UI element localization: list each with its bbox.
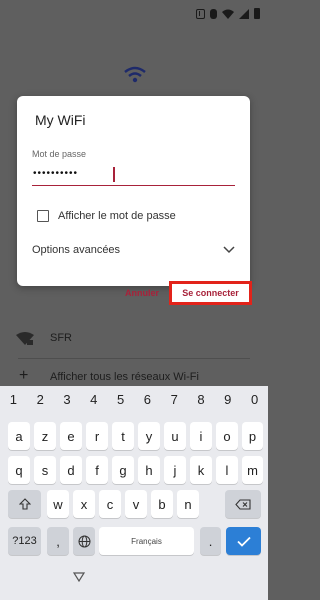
- vibrate-icon: [210, 8, 217, 19]
- wifi-password-dialog: My WiFi Mot de passe •••••••••• Afficher…: [17, 96, 252, 305]
- key-o[interactable]: o: [216, 422, 238, 450]
- key-z[interactable]: z: [34, 422, 56, 450]
- number-row: 1 2 3 4 5 6 7 8 9 0: [0, 392, 268, 412]
- symbols-key[interactable]: ?123: [8, 527, 41, 555]
- key-c[interactable]: c: [99, 490, 121, 518]
- key-r[interactable]: r: [86, 422, 108, 450]
- key-b[interactable]: b: [151, 490, 173, 518]
- key-l[interactable]: l: [216, 456, 238, 484]
- space-key[interactable]: Français: [99, 527, 194, 555]
- wifi-large-icon: [124, 66, 146, 83]
- key-e[interactable]: e: [60, 422, 82, 450]
- key-5[interactable]: 5: [107, 392, 134, 407]
- wifi-status-icon: [222, 9, 234, 19]
- signal-icon: [239, 8, 249, 19]
- key-6[interactable]: 6: [134, 392, 161, 407]
- key-v[interactable]: v: [125, 490, 147, 518]
- key-k[interactable]: k: [190, 456, 212, 484]
- divider: [18, 358, 250, 359]
- key-9[interactable]: 9: [214, 392, 241, 407]
- shift-icon: [18, 498, 31, 510]
- key-g[interactable]: g: [112, 456, 134, 484]
- backspace-icon: [235, 498, 251, 510]
- checkmark-icon: [236, 536, 251, 547]
- key-f[interactable]: f: [86, 456, 108, 484]
- show-all-label: Afficher tous les réseaux Wi-Fi: [50, 371, 199, 383]
- status-bar: [0, 0, 268, 28]
- dialog-title: My WiFi: [35, 112, 86, 128]
- password-field[interactable]: ••••••••••: [32, 165, 235, 186]
- text-cursor: [113, 167, 115, 182]
- key-y[interactable]: y: [138, 422, 160, 450]
- key-q[interactable]: q: [8, 456, 30, 484]
- key-a[interactable]: a: [8, 422, 30, 450]
- key-w[interactable]: w: [47, 490, 69, 518]
- cancel-button[interactable]: Annuler: [125, 288, 159, 298]
- network-name: SFR: [50, 332, 72, 344]
- language-key[interactable]: [73, 527, 95, 555]
- plus-icon: +: [19, 367, 29, 384]
- key-3[interactable]: 3: [54, 392, 81, 407]
- key-t[interactable]: t: [112, 422, 134, 450]
- wifi-lock-icon: [16, 332, 34, 345]
- key-j[interactable]: j: [164, 456, 186, 484]
- advanced-options-label: Options avancées: [32, 244, 121, 256]
- key-8[interactable]: 8: [188, 392, 215, 407]
- navigation-bar: [0, 566, 268, 600]
- key-2[interactable]: 2: [27, 392, 54, 407]
- password-value: ••••••••••: [33, 168, 79, 179]
- key-u[interactable]: u: [164, 422, 186, 450]
- period-key[interactable]: .: [200, 527, 221, 555]
- key-s[interactable]: s: [34, 456, 56, 484]
- key-i[interactable]: i: [190, 422, 212, 450]
- show-password-label: Afficher le mot de passe: [58, 210, 176, 222]
- backspace-key[interactable]: [225, 490, 261, 518]
- key-1[interactable]: 1: [0, 392, 27, 407]
- enter-key[interactable]: [226, 527, 261, 555]
- globe-icon: [78, 535, 90, 547]
- shift-key[interactable]: [8, 490, 41, 518]
- comma-key[interactable]: ,: [47, 527, 69, 555]
- key-d[interactable]: d: [60, 456, 82, 484]
- wifi-network-sfr[interactable]: SFR: [0, 322, 268, 352]
- key-h[interactable]: h: [138, 456, 160, 484]
- nfc-icon: [196, 8, 205, 19]
- key-0[interactable]: 0: [241, 392, 268, 407]
- key-p[interactable]: p: [242, 422, 263, 450]
- key-4[interactable]: 4: [80, 392, 107, 407]
- key-n[interactable]: n: [177, 490, 199, 518]
- key-7[interactable]: 7: [161, 392, 188, 407]
- show-password-checkbox[interactable]: [37, 210, 49, 222]
- nav-back-icon[interactable]: [73, 572, 85, 582]
- chevron-down-icon: [223, 246, 235, 254]
- connect-button[interactable]: Se connecter: [169, 281, 252, 305]
- key-x[interactable]: x: [73, 490, 95, 518]
- key-m[interactable]: m: [242, 456, 263, 484]
- password-label: Mot de passe: [32, 149, 87, 159]
- advanced-options-row[interactable]: Options avancées: [32, 244, 235, 256]
- show-password-row[interactable]: Afficher le mot de passe: [37, 210, 176, 222]
- battery-icon: [254, 8, 260, 19]
